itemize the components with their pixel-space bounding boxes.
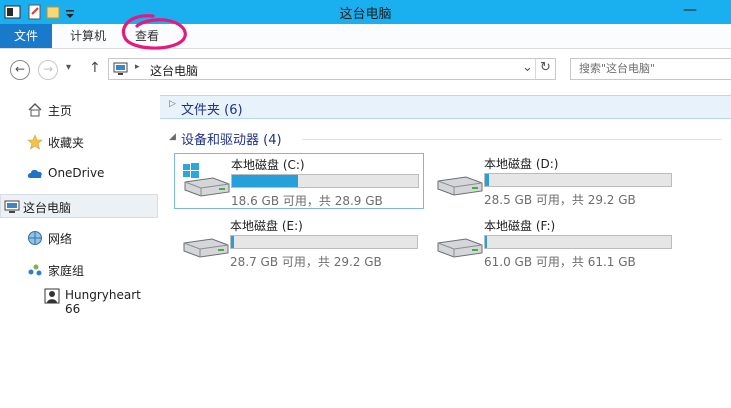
drive-name: 本地磁盘 (E:) — [230, 219, 303, 233]
sidebar-item-label: 家庭组 — [48, 264, 85, 278]
title-bar[interactable]: 这台电脑 — — [0, 0, 731, 24]
folders-group-header[interactable]: ▷ 文件夹 (6) — [160, 95, 731, 119]
drive-tile-d[interactable]: 本地磁盘 (D:) 28.5 GB 可用，共 29.2 GB — [428, 153, 678, 209]
hard-drive-icon — [183, 238, 229, 258]
drive-usage-fill — [232, 175, 298, 187]
cloud-icon — [27, 169, 42, 178]
back-button[interactable]: ← — [10, 60, 30, 80]
sidebar-item-home[interactable]: 主页 — [0, 98, 158, 122]
computer-icon — [4, 200, 20, 213]
address-bar[interactable]: ▸ 这台电脑 ⌄ ↻ — [108, 58, 556, 80]
sidebar-item-this-pc[interactable]: 这台电脑 — [0, 194, 158, 218]
group-label: 设备和驱动器 (4) — [181, 133, 282, 148]
up-button[interactable]: ↑ — [89, 60, 101, 76]
homegroup-icon — [28, 264, 42, 276]
sidebar-item-label: 网络 — [48, 232, 73, 246]
recent-locations-button[interactable]: ▾ — [66, 62, 71, 73]
drive-usage-bar — [484, 173, 672, 187]
drive-name: 本地磁盘 (C:) — [231, 158, 305, 172]
sidebar-item-label: Hungryheart 66 — [65, 288, 141, 316]
group-label: 文件夹 (6) — [181, 103, 243, 118]
breadcrumb-current[interactable]: 这台电脑 — [150, 62, 198, 79]
sidebar-item-label: 收藏夹 — [48, 136, 85, 150]
sidebar-item-user[interactable]: Hungryheart 66 — [0, 284, 158, 316]
sidebar-item-label: 这台电脑 — [23, 201, 72, 215]
home-icon — [28, 103, 42, 117]
address-dropdown-button[interactable]: ⌄ — [522, 60, 533, 75]
breadcrumb-separator[interactable]: ▸ — [135, 62, 140, 72]
minimize-button[interactable]: — — [679, 0, 701, 24]
drive-usage-bar — [230, 235, 418, 249]
user-icon — [44, 288, 60, 304]
drive-tile-f[interactable]: 本地磁盘 (F:) 61.0 GB 可用，共 61.1 GB — [428, 215, 678, 271]
drive-free-space: 18.6 GB 可用，共 28.9 GB — [231, 194, 383, 208]
hard-drive-icon — [437, 238, 483, 258]
chevron-down-icon: ◢ — [169, 132, 176, 142]
chevron-right-icon: ▷ — [169, 99, 176, 109]
sidebar-item-label: OneDrive — [48, 166, 105, 180]
windows-logo-icon — [183, 163, 199, 178]
drive-usage-fill — [485, 174, 489, 186]
refresh-button[interactable]: ↻ — [540, 60, 551, 75]
navigation-pane: 主页 收藏夹 OneDrive 这台电脑 网络 家庭组 Hungryheart … — [0, 92, 160, 408]
tab-file[interactable]: 文件 — [0, 24, 52, 48]
network-icon — [28, 231, 42, 245]
address-row: ← → ▾ ↑ ▸ 这台电脑 ⌄ ↻ — [0, 55, 731, 87]
drive-tile-c[interactable]: 本地磁盘 (C:) 18.6 GB 可用，共 28.9 GB — [174, 153, 424, 209]
tab-computer[interactable]: 计算机 — [70, 24, 106, 48]
drive-name: 本地磁盘 (F:) — [484, 219, 556, 233]
drive-name: 本地磁盘 (D:) — [484, 157, 559, 171]
drive-free-space: 28.7 GB 可用，共 29.2 GB — [230, 255, 382, 269]
window-title: 这台电脑 — [339, 7, 392, 22]
sidebar-item-homegroup[interactable]: 家庭组 — [0, 258, 158, 282]
search-box[interactable] — [570, 58, 731, 80]
divider — [302, 139, 722, 140]
sidebar-item-onedrive[interactable]: OneDrive — [0, 162, 158, 186]
tab-view[interactable]: 查看 — [135, 24, 159, 48]
star-icon — [27, 134, 43, 150]
drive-free-space: 28.5 GB 可用，共 29.2 GB — [484, 193, 636, 207]
sidebar-item-network[interactable]: 网络 — [0, 226, 158, 250]
hard-drive-icon — [437, 176, 483, 196]
system-drive-icon — [183, 163, 230, 197]
drive-tile-e[interactable]: 本地磁盘 (E:) 28.7 GB 可用，共 29.2 GB — [174, 215, 424, 271]
divider — [535, 59, 536, 79]
drive-usage-fill — [485, 236, 487, 248]
ribbon-tabs: 文件 计算机 查看 — [0, 24, 731, 49]
sidebar-item-favorites[interactable]: 收藏夹 — [0, 130, 158, 154]
drives-group-header[interactable]: ◢ 设备和驱动器 (4) — [160, 128, 731, 148]
search-input[interactable] — [577, 61, 731, 76]
drive-usage-bar — [231, 174, 419, 188]
drive-free-space: 61.0 GB 可用，共 61.1 GB — [484, 255, 636, 269]
drive-usage-fill — [231, 236, 234, 248]
drive-usage-bar — [484, 235, 672, 249]
computer-icon — [113, 62, 128, 75]
forward-button[interactable]: → — [38, 60, 58, 80]
sidebar-item-label: 主页 — [48, 104, 73, 118]
